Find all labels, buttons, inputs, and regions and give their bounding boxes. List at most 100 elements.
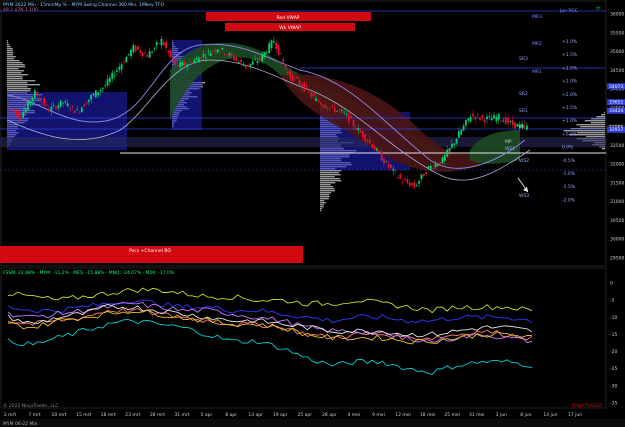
candle-body (282, 59, 285, 63)
mp-label: MP (505, 139, 512, 145)
candle-body (160, 38, 163, 46)
candle-body (408, 182, 411, 187)
candle-body (181, 62, 184, 66)
profile-bar (320, 198, 329, 200)
indicator-lines (7, 287, 533, 376)
candle-body (453, 143, 456, 146)
candle-body (237, 61, 240, 63)
profile-bar (7, 44, 10, 46)
candle-body (207, 51, 210, 52)
profile-bar (320, 200, 325, 202)
candle-body (319, 102, 322, 105)
price-tick-label: 32500 (610, 143, 624, 149)
candle-body (90, 94, 93, 100)
candle-body (298, 80, 301, 85)
mr1-label: MR1 (532, 69, 542, 75)
candle-body (169, 50, 172, 58)
candle-body (439, 162, 442, 165)
candle-body (139, 50, 142, 54)
candle-body (418, 181, 420, 184)
indicator-series-line (7, 304, 533, 338)
profile-bar (7, 90, 31, 92)
candle-body (106, 79, 109, 86)
candle-body (397, 177, 399, 179)
profile-bar (320, 204, 324, 206)
candle-body (275, 42, 278, 50)
candle-body (24, 107, 27, 113)
candle-body (324, 105, 327, 109)
candle-body (420, 174, 423, 179)
candle-body (223, 53, 226, 55)
profile-bar (320, 194, 330, 196)
candle-body (198, 57, 200, 63)
candle-body (368, 140, 371, 143)
candle-body (287, 71, 289, 74)
candle-body (195, 57, 198, 60)
candle-body (36, 92, 39, 97)
profile-bar (7, 78, 23, 80)
candle-body (467, 118, 470, 121)
candle-body (219, 50, 221, 52)
candle-body (413, 182, 416, 188)
time-tick-label: 14 jun (543, 412, 557, 418)
chart-canvas: MYM 2022 Min - 15minMp % - MYM Swing Cha… (0, 0, 625, 427)
candle-body (45, 104, 48, 106)
candle-body (380, 151, 383, 161)
chart-tab[interactable]: MYM 06-22 Min (3, 421, 38, 427)
indicator-tick-label: -5 (610, 298, 615, 304)
candle-body (446, 149, 449, 157)
candle-body (127, 53, 130, 55)
candle-body (268, 43, 271, 54)
time-tick-label: 23 mrt (125, 412, 140, 418)
arrow-head-icon (523, 187, 528, 192)
candle-body (104, 85, 107, 87)
profile-bar (7, 58, 15, 60)
poc-label: Pocs +Channel BO (129, 248, 171, 254)
time-tick-label: 31 mrt (174, 412, 189, 418)
candle-body (233, 57, 235, 61)
profile-bar (7, 64, 25, 66)
pct-label: +2.0% (562, 92, 578, 98)
indicator-series-line (7, 318, 533, 376)
pct-label: -2.0% (562, 197, 576, 203)
candle-body (315, 98, 317, 101)
profile-bar (7, 74, 29, 76)
candle-body (59, 100, 62, 107)
ws2-label: WS2 (519, 158, 529, 164)
profile-bar (320, 210, 322, 212)
candle-body (27, 100, 29, 111)
candle-body (263, 51, 266, 57)
pct-label: 0.0% (562, 145, 574, 151)
profile-bar (7, 68, 19, 70)
candle-body (460, 130, 463, 135)
candle-body (317, 100, 320, 102)
candle-body (291, 74, 294, 82)
candle-body (151, 51, 153, 53)
candle-body (41, 101, 43, 103)
indicator-tick-label: -20 (610, 349, 617, 355)
time-tick-label: 25 mei (444, 412, 460, 418)
candle-body (511, 120, 514, 126)
candle-body (502, 120, 505, 122)
candle-body (235, 57, 238, 61)
candle-body (507, 117, 509, 124)
candle-body (80, 107, 83, 113)
candle-body (525, 125, 528, 130)
candle-body (289, 71, 292, 78)
candle-body (479, 117, 481, 120)
sr2-label: SR2 (519, 91, 528, 97)
candle-body (15, 110, 18, 116)
profile-bar (320, 188, 335, 190)
candle-body (352, 119, 355, 127)
profile-bar (320, 182, 336, 184)
sr1-label: SR1 (519, 108, 528, 114)
candle-body (509, 121, 512, 122)
profile-bar (7, 76, 23, 78)
candle-body (308, 91, 310, 93)
candle-body (99, 89, 102, 92)
candle-body (85, 103, 88, 105)
candle-body (432, 168, 435, 169)
indicator-tick-label: -25 (610, 366, 617, 372)
profile-bar (7, 40, 8, 42)
candle-body (176, 65, 179, 67)
